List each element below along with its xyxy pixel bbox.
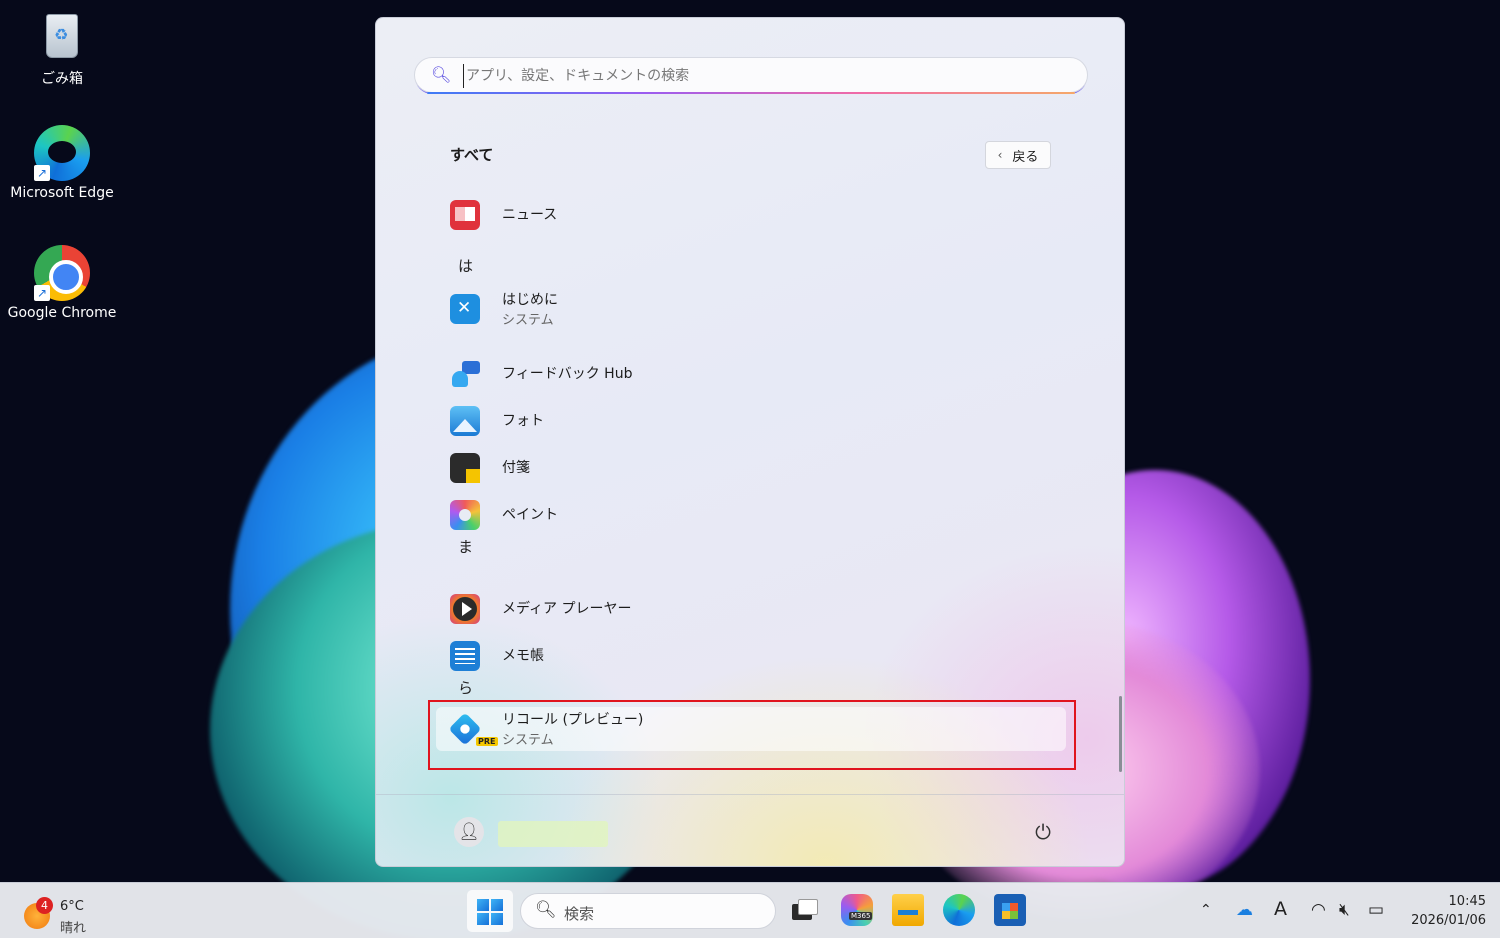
weather-temp: 6°C bbox=[60, 899, 84, 914]
back-button-label: 戻る bbox=[1012, 149, 1039, 165]
start-search-input[interactable] bbox=[463, 64, 1063, 88]
search-icon: 🔍︎ bbox=[535, 900, 557, 920]
desktop-icon-chrome[interactable]: ↗ Google Chrome bbox=[2, 245, 122, 321]
sticky-notes-icon bbox=[450, 453, 480, 483]
recycle-bin-icon bbox=[34, 8, 90, 64]
microsoft-store-icon[interactable] bbox=[994, 894, 1026, 926]
media-player-icon bbox=[450, 594, 480, 624]
taskbar: 4 6°C 晴れ 🔍︎ 検索 M365 ⌃ ☁ A ◠ 🔇︎ ▭ 10:45 2… bbox=[0, 882, 1500, 938]
clock-time: 10:45 bbox=[1448, 894, 1486, 909]
file-explorer-icon[interactable] bbox=[892, 894, 924, 926]
power-icon[interactable]: ⏻ bbox=[1028, 817, 1058, 847]
get-started-icon bbox=[450, 294, 480, 324]
notification-badge: 4 bbox=[36, 897, 53, 914]
desktop-icon-label: ごみ箱 bbox=[41, 71, 83, 87]
user-name-redacted bbox=[498, 821, 608, 847]
all-apps-title: すべて bbox=[450, 146, 494, 164]
wifi-icon[interactable]: ◠ bbox=[1311, 900, 1326, 920]
letter-header-ha[interactable]: は bbox=[458, 255, 473, 276]
highlight-annotation bbox=[428, 700, 1076, 770]
app-item-notepad[interactable]: メモ帳 bbox=[436, 634, 1066, 678]
desktop-icon-label: Google Chrome bbox=[7, 305, 117, 321]
onedrive-icon[interactable]: ☁ bbox=[1236, 900, 1253, 920]
photos-icon bbox=[450, 406, 480, 436]
taskbar-search-label: 検索 bbox=[564, 905, 595, 923]
start-menu: 🔍︎ すべて ‹ 戻る ニュース は はじめに システム フィードバック Hub… bbox=[375, 17, 1125, 867]
app-item-subtitle: システム bbox=[502, 312, 554, 328]
edge-taskbar-icon[interactable] bbox=[943, 894, 975, 926]
letter-header-ra[interactable]: ら bbox=[458, 677, 473, 698]
feedback-hub-icon bbox=[450, 359, 480, 389]
edge-icon: ↗ bbox=[34, 125, 90, 181]
app-item-feedback-hub[interactable]: フィードバック Hub bbox=[436, 352, 1066, 396]
start-button[interactable] bbox=[467, 890, 513, 932]
app-item-label: 付箋 bbox=[502, 460, 530, 476]
m365-tag: M365 bbox=[849, 912, 873, 920]
start-footer: 👤︎ ⏻ bbox=[376, 794, 1124, 866]
news-icon bbox=[450, 200, 480, 230]
back-button[interactable]: ‹ 戻る bbox=[985, 141, 1051, 169]
ime-indicator[interactable]: A bbox=[1274, 898, 1287, 920]
app-item-sticky-notes[interactable]: 付箋 bbox=[436, 446, 1066, 490]
desktop-icon-label: Microsoft Edge bbox=[10, 185, 114, 201]
clock-date: 2026/01/06 bbox=[1411, 913, 1486, 928]
app-item-photos[interactable]: フォト bbox=[436, 399, 1066, 443]
weather-widget[interactable]: 4 6°C 晴れ bbox=[22, 891, 122, 936]
paint-icon bbox=[450, 500, 480, 530]
start-search-box[interactable]: 🔍︎ bbox=[414, 57, 1088, 94]
clock[interactable]: 10:45 2026/01/06 bbox=[1398, 892, 1486, 930]
shortcut-arrow-icon: ↗ bbox=[34, 285, 50, 301]
app-item-label: フィードバック Hub bbox=[502, 366, 633, 382]
battery-icon[interactable]: ▭ bbox=[1368, 900, 1384, 920]
shortcut-arrow-icon: ↗ bbox=[34, 165, 50, 181]
desktop-icon-edge[interactable]: ↗ Microsoft Edge bbox=[2, 125, 122, 201]
app-item-label: ペイント bbox=[502, 507, 558, 523]
app-item-label: ニュース bbox=[502, 207, 558, 223]
copilot-search-icon: 🔍︎ bbox=[431, 65, 452, 84]
chevron-left-icon: ‹ bbox=[997, 148, 1003, 162]
windows-logo-icon bbox=[477, 899, 503, 925]
task-view-icon[interactable] bbox=[788, 894, 820, 926]
app-item-label: メディア プレーヤー bbox=[502, 601, 632, 617]
m365-copilot-icon[interactable]: M365 bbox=[841, 894, 873, 926]
app-item-label: はじめに bbox=[502, 291, 558, 308]
app-item-media-player[interactable]: メディア プレーヤー bbox=[436, 587, 1066, 631]
chrome-icon: ↗ bbox=[34, 245, 90, 301]
letter-header-ma[interactable]: ま bbox=[458, 536, 473, 557]
notepad-icon bbox=[450, 641, 480, 671]
app-item-label: メモ帳 bbox=[502, 648, 544, 664]
chevron-up-icon[interactable]: ⌃ bbox=[1200, 902, 1212, 918]
app-item-news[interactable]: ニュース bbox=[436, 193, 1066, 237]
app-list-scrollbar[interactable] bbox=[1119, 696, 1122, 772]
app-item-get-started[interactable]: はじめに システム bbox=[436, 287, 1066, 331]
weather-condition: 晴れ bbox=[60, 921, 87, 936]
app-item-paint[interactable]: ペイント bbox=[436, 493, 1066, 537]
desktop-icon-recycle-bin[interactable]: ごみ箱 bbox=[2, 8, 122, 88]
user-avatar-icon[interactable]: 👤︎ bbox=[454, 817, 484, 847]
taskbar-search[interactable]: 🔍︎ 検索 bbox=[520, 893, 776, 929]
volume-muted-icon[interactable]: 🔇︎ bbox=[1339, 900, 1350, 920]
app-item-label: フォト bbox=[502, 413, 544, 429]
